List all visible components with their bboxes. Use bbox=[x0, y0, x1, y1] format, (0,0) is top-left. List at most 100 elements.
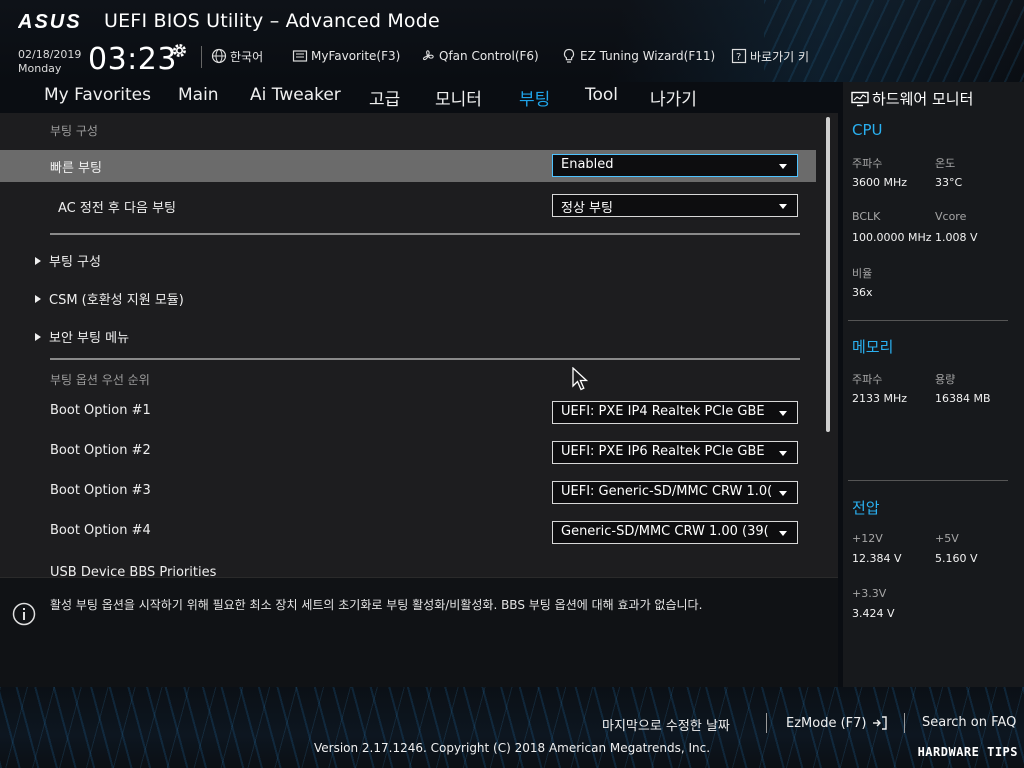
submenu-boot-configuration[interactable]: 부팅 구성 bbox=[35, 251, 101, 270]
globe-icon bbox=[211, 48, 227, 64]
ezmode-button[interactable]: EzMode (F7) bbox=[786, 715, 888, 731]
tab-main[interactable]: Main bbox=[178, 85, 219, 105]
help-panel: 활성 부팅 옵션을 시작하기 위해 필요한 최소 장치 세트의 초기화로 부팅 … bbox=[0, 577, 838, 687]
boot-option-2-dropdown[interactable]: UEFI: PXE IP6 Realtek PCIe GBE bbox=[552, 441, 798, 464]
vcore-value: 1.008 V bbox=[935, 231, 978, 244]
qfan-label: Qfan Control(F6) bbox=[439, 49, 539, 63]
boot-option-1-label: Boot Option #1 bbox=[50, 403, 151, 418]
boot-option-3-label: Boot Option #3 bbox=[50, 483, 151, 498]
mouse-cursor-icon bbox=[572, 367, 589, 391]
v5-label: +5V bbox=[935, 532, 959, 545]
boot-option-4-value: Generic-SD/MMC CRW 1.00 (39( bbox=[561, 524, 769, 539]
fan-icon bbox=[422, 50, 434, 61]
submenu-label: CSM (호환성 지원 모듈) bbox=[49, 293, 184, 308]
help-description: 활성 부팅 옵션을 시작하기 위해 필요한 최소 장치 세트의 초기화로 부팅 … bbox=[50, 598, 703, 612]
bclk-value: 100.0000 MHz bbox=[852, 231, 932, 244]
tab-monitor[interactable]: 모니터 bbox=[435, 85, 482, 110]
date-text: 02/18/2019 bbox=[18, 48, 82, 61]
language-label: 한국어 bbox=[230, 49, 264, 64]
monitor-divider bbox=[848, 320, 1008, 321]
tab-my-favorites[interactable]: My Favorites bbox=[44, 85, 151, 105]
gear-icon[interactable] bbox=[171, 42, 188, 59]
ezmode-label: EzMode (F7) bbox=[786, 715, 867, 731]
footer-separator bbox=[766, 713, 767, 733]
memory-section-title: 메모리 bbox=[852, 338, 894, 356]
v12-label: +12V bbox=[852, 532, 883, 545]
cpu-temperature-label: 온도 bbox=[935, 157, 956, 170]
ac-power-loss-value: 정상 부팅 bbox=[561, 201, 613, 216]
header-decoration bbox=[764, 0, 1024, 82]
ratio-label: 비율 bbox=[852, 267, 873, 280]
header-bar: ASUS UEFI BIOS Utility – Advanced Mode 0… bbox=[0, 0, 1024, 82]
main-scrollbar[interactable] bbox=[826, 117, 830, 432]
chevron-down-icon bbox=[779, 164, 787, 169]
boot-option-3-value: UEFI: Generic-SD/MMC CRW 1.0( bbox=[561, 484, 773, 499]
watermark-text: HARDWARE TIPS bbox=[917, 745, 1018, 759]
monitor-divider bbox=[848, 480, 1008, 481]
myfavorite-button[interactable]: MyFavorite(F3) bbox=[292, 48, 400, 64]
footer-separator bbox=[904, 713, 905, 733]
qfan-control-button[interactable]: Qfan Control(F6) bbox=[420, 48, 539, 64]
hotkeys-label: 바로가기 키 bbox=[750, 49, 810, 64]
submenu-label: 보안 부팅 메뉴 bbox=[49, 331, 130, 346]
fast-boot-dropdown[interactable]: Enabled bbox=[552, 154, 798, 177]
tab-exit[interactable]: 나가기 bbox=[650, 85, 697, 110]
submenu-label: 부팅 구성 bbox=[49, 255, 101, 270]
memory-frequency-value: 2133 MHz bbox=[852, 392, 908, 405]
boot-option-1-dropdown[interactable]: UEFI: PXE IP4 Realtek PCIe GBE bbox=[552, 401, 798, 424]
tab-ai-tweaker[interactable]: Ai Tweaker bbox=[250, 85, 341, 105]
usb-device-bbs-priorities-label[interactable]: USB Device BBS Priorities bbox=[50, 565, 216, 577]
search-faq-button[interactable]: Search on FAQ bbox=[922, 715, 1016, 730]
favorite-icon bbox=[292, 50, 308, 62]
section-title-boot-priority: 부팅 옵션 우선 순위 bbox=[50, 373, 150, 387]
chevron-right-icon bbox=[35, 256, 41, 265]
section-divider bbox=[50, 233, 800, 235]
submenu-secure-boot[interactable]: 보안 부팅 메뉴 bbox=[35, 327, 129, 346]
header-separator bbox=[201, 46, 202, 68]
tab-tool[interactable]: Tool bbox=[585, 85, 618, 105]
boot-option-3-dropdown[interactable]: UEFI: Generic-SD/MMC CRW 1.0( bbox=[552, 481, 798, 504]
section-divider bbox=[50, 358, 800, 360]
memory-capacity-label: 용량 bbox=[935, 373, 956, 386]
chevron-down-icon bbox=[779, 531, 787, 536]
chevron-down-icon bbox=[779, 411, 787, 416]
boot-option-2-label: Boot Option #2 bbox=[50, 443, 151, 458]
chevron-right-icon bbox=[35, 294, 41, 303]
language-button[interactable]: 한국어 bbox=[211, 48, 263, 64]
tab-advanced[interactable]: 고급 bbox=[369, 85, 400, 110]
hardware-monitor-label: 하드웨어 모니터 bbox=[872, 90, 974, 108]
last-modified-button[interactable]: 마지막으로 수정한 날짜 bbox=[602, 715, 730, 734]
hardware-monitor-panel: 하드웨어 모니터 CPU 주파수 온도 3600 MHz 33°C BCLK V… bbox=[843, 82, 1024, 687]
bulb-icon bbox=[563, 48, 575, 63]
boot-option-2-value: UEFI: PXE IP6 Realtek PCIe GBE bbox=[561, 444, 765, 459]
chevron-down-icon bbox=[779, 451, 787, 456]
hotkeys-button[interactable]: ? 바로가기 키 bbox=[731, 48, 809, 64]
clock-time: 03:23 bbox=[88, 42, 177, 77]
last-modified-label: 마지막으로 수정한 날짜 bbox=[602, 719, 730, 734]
myfavorite-label: MyFavorite(F3) bbox=[311, 49, 401, 63]
voltage-section-title: 전압 bbox=[852, 499, 880, 517]
boot-option-1-value: UEFI: PXE IP4 Realtek PCIe GBE bbox=[561, 404, 765, 419]
boot-settings-panel: 부팅 구성 빠른 부팅 Enabled AC 정전 후 다음 부팅 정상 부팅 … bbox=[0, 113, 838, 577]
ez-tuning-wizard-button[interactable]: EZ Tuning Wizard(F11) bbox=[561, 48, 715, 64]
ratio-value: 36x bbox=[852, 286, 873, 299]
copyright-text: Version 2.17.1246. Copyright (C) 2018 Am… bbox=[313, 741, 711, 755]
cpu-frequency-label: 주파수 bbox=[852, 157, 883, 170]
chevron-down-icon bbox=[779, 204, 787, 209]
chevron-right-icon bbox=[35, 332, 41, 341]
v33-label: +3.3V bbox=[852, 587, 887, 600]
footer-bar: 마지막으로 수정한 날짜 EzMode (F7) Search on FAQ V… bbox=[0, 687, 1024, 768]
boot-option-4-dropdown[interactable]: Generic-SD/MMC CRW 1.00 (39( bbox=[552, 521, 798, 544]
ez-tuning-label: EZ Tuning Wizard(F11) bbox=[580, 49, 716, 63]
monitor-icon bbox=[851, 91, 869, 106]
fast-boot-label: 빠른 부팅 bbox=[50, 161, 102, 176]
ac-power-loss-dropdown[interactable]: 정상 부팅 bbox=[552, 194, 798, 217]
exit-arrow-icon bbox=[873, 716, 888, 730]
v33-value: 3.424 V bbox=[852, 607, 895, 620]
tab-boot[interactable]: 부팅 bbox=[519, 85, 551, 116]
chevron-down-icon bbox=[779, 491, 787, 496]
hardware-monitor-title: 하드웨어 모니터 bbox=[851, 88, 973, 109]
date-display: 02/18/2019 Monday bbox=[18, 48, 81, 76]
submenu-csm[interactable]: CSM (호환성 지원 모듈) bbox=[35, 289, 184, 308]
v5-value: 5.160 V bbox=[935, 552, 978, 565]
